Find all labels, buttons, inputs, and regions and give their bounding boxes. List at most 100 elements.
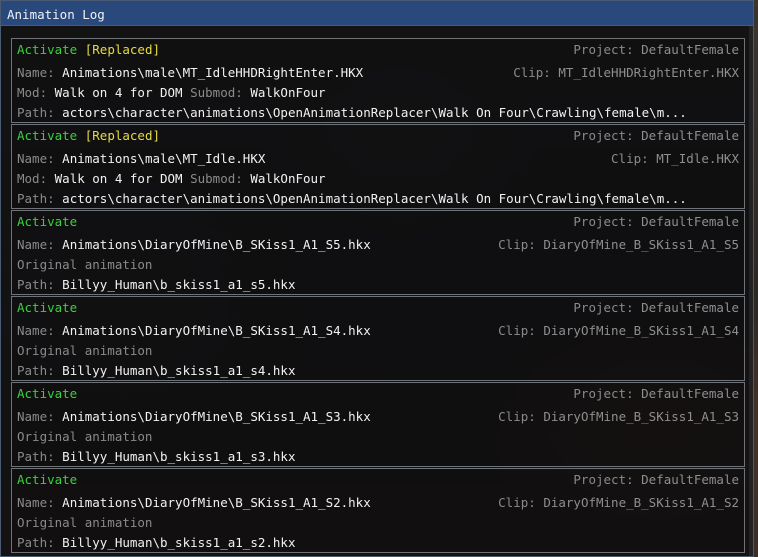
- log-entry[interactable]: Activate Project: DefaultFemale Name: Anim…: [11, 296, 745, 381]
- project-value: DefaultFemale: [641, 214, 739, 229]
- path-value: actors\character\animations\OpenAnimatio…: [62, 191, 687, 206]
- name-label: Name:: [17, 151, 55, 166]
- name-label: Name:: [17, 495, 55, 510]
- path-label: Path:: [17, 535, 55, 550]
- entry-path-row: Path: actors\character\animations\OpenAn…: [17, 105, 739, 124]
- entry-clip: Clip: DiaryOfMine_B_SKiss1_A1_S4: [498, 323, 739, 338]
- entry-status: Activate: [17, 472, 78, 487]
- entry-mod-row: Original animation: [17, 515, 739, 534]
- name-value: Animations\male\MT_Idle.HKX: [62, 151, 266, 166]
- name-label: Name:: [17, 237, 55, 252]
- project-label: Project:: [573, 42, 634, 57]
- entry-replaced-tag: [Replaced]: [84, 128, 161, 143]
- project-value: DefaultFemale: [641, 128, 739, 143]
- entry-status: Activate: [17, 42, 78, 57]
- submod-value: WalkOnFour: [250, 85, 326, 100]
- entry-header-row: Activate Project: DefaultFemale: [17, 386, 739, 405]
- log-entry[interactable]: Activate [Replaced] Project: DefaultFemal…: [11, 124, 745, 209]
- entry-project: Project: DefaultFemale: [573, 42, 739, 57]
- entry-path-row: Path: Billyy_Human\b_skiss1_a1_s3.hkx: [17, 449, 739, 468]
- clip-label: Clip:: [498, 495, 536, 510]
- original-animation-label: Original animation: [17, 515, 153, 530]
- entry-header-row: Activate Project: DefaultFemale: [17, 214, 739, 233]
- log-entry[interactable]: Activate Project: DefaultFemale Name: Anim…: [11, 210, 745, 295]
- path-label: Path:: [17, 363, 55, 378]
- mod-label: Mod:: [17, 85, 48, 100]
- path-label: Path:: [17, 105, 55, 120]
- name-value: Animations\male\MT_IdleHHDRightEnter.HKX: [62, 65, 364, 80]
- entry-status: Activate: [17, 128, 78, 143]
- project-label: Project:: [573, 472, 634, 487]
- mod-value: Walk on 4 for DOM: [54, 85, 183, 100]
- entry-clip: Clip: MT_IdleHHDRightEnter.HKX: [513, 65, 739, 80]
- path-label: Path:: [17, 277, 55, 292]
- entry-mod-row: Original animation: [17, 343, 739, 362]
- original-animation-label: Original animation: [17, 343, 153, 358]
- clip-label: Clip:: [611, 151, 649, 166]
- entry-path-row: Path: Billyy_Human\b_skiss1_a1_s5.hkx: [17, 277, 739, 296]
- project-value: DefaultFemale: [641, 42, 739, 57]
- entry-mod-row: Mod: Walk on 4 for DOM Submod: WalkOnFou…: [17, 85, 739, 104]
- entry-mod-row: Original animation: [17, 257, 739, 276]
- entry-status: Activate: [17, 300, 78, 315]
- clip-value: DiaryOfMine_B_SKiss1_A1_S2: [543, 495, 739, 510]
- entry-name-row: Name: Animations\DiaryOfMine\B_SKiss1_A1…: [17, 495, 739, 514]
- entry-path-row: Path: actors\character\animations\OpenAn…: [17, 191, 739, 210]
- clip-value: DiaryOfMine_B_SKiss1_A1_S3: [543, 409, 739, 424]
- entry-project: Project: DefaultFemale: [573, 300, 739, 315]
- path-value: Billyy_Human\b_skiss1_a1_s2.hkx: [62, 535, 296, 550]
- entry-project: Project: DefaultFemale: [573, 214, 739, 229]
- entry-clip: Clip: DiaryOfMine_B_SKiss1_A1_S5: [498, 237, 739, 252]
- name-label: Name:: [17, 323, 55, 338]
- path-value: Billyy_Human\b_skiss1_a1_s3.hkx: [62, 449, 296, 464]
- entry-clip: Clip: DiaryOfMine_B_SKiss1_A1_S3: [498, 409, 739, 424]
- window-titlebar[interactable]: Animation Log: [1, 1, 753, 26]
- clip-label: Clip:: [498, 323, 536, 338]
- path-value: Billyy_Human\b_skiss1_a1_s5.hkx: [62, 277, 296, 292]
- log-list[interactable]: Activate [Replaced] Project: DefaultFemal…: [11, 38, 745, 554]
- entry-project: Project: DefaultFemale: [573, 128, 739, 143]
- entry-status: Activate: [17, 386, 78, 401]
- entry-header-row: Activate Project: DefaultFemale: [17, 472, 739, 491]
- log-entry[interactable]: Activate Project: DefaultFemale Name: Anim…: [11, 382, 745, 467]
- log-entry[interactable]: Activate Project: DefaultFemale Name: Anim…: [11, 468, 745, 553]
- entry-name-row: Name: Animations\male\MT_IdleHHDRightEnt…: [17, 65, 739, 84]
- animation-log-window: Animation Log Activate [Replaced] Project…: [0, 0, 754, 557]
- original-animation-label: Original animation: [17, 257, 153, 272]
- entry-clip: Clip: DiaryOfMine_B_SKiss1_A1_S2: [498, 495, 739, 510]
- entry-mod-row: Mod: Walk on 4 for DOM Submod: WalkOnFou…: [17, 171, 739, 190]
- entry-project: Project: DefaultFemale: [573, 472, 739, 487]
- clip-value: MT_IdleHHDRightEnter.HKX: [558, 65, 739, 80]
- clip-label: Clip:: [513, 65, 551, 80]
- log-entry[interactable]: Activate [Replaced] Project: DefaultFemal…: [11, 38, 745, 123]
- project-label: Project:: [573, 214, 634, 229]
- project-value: DefaultFemale: [641, 472, 739, 487]
- mod-label: Mod:: [17, 171, 48, 186]
- clip-value: DiaryOfMine_B_SKiss1_A1_S5: [543, 237, 739, 252]
- entry-header-row: Activate [Replaced] Project: DefaultFemal…: [17, 128, 739, 147]
- name-label: Name:: [17, 409, 55, 424]
- path-label: Path:: [17, 449, 55, 464]
- entry-name-row: Name: Animations\male\MT_Idle.HKX Clip: M…: [17, 151, 739, 170]
- entry-name-row: Name: Animations\DiaryOfMine\B_SKiss1_A1…: [17, 409, 739, 428]
- clip-value: DiaryOfMine_B_SKiss1_A1_S4: [543, 323, 739, 338]
- project-value: DefaultFemale: [641, 386, 739, 401]
- clip-value: MT_Idle.HKX: [656, 151, 739, 166]
- clip-label: Clip:: [498, 409, 536, 424]
- name-value: Animations\DiaryOfMine\B_SKiss1_A1_S2.hk…: [62, 495, 371, 510]
- clip-label: Clip:: [498, 237, 536, 252]
- path-value: Billyy_Human\b_skiss1_a1_s4.hkx: [62, 363, 296, 378]
- name-label: Name:: [17, 65, 55, 80]
- entry-project: Project: DefaultFemale: [573, 386, 739, 401]
- entry-clip: Clip: MT_Idle.HKX: [611, 151, 739, 166]
- path-label: Path:: [17, 191, 55, 206]
- entry-header-row: Activate [Replaced] Project: DefaultFemal…: [17, 42, 739, 61]
- entry-name-row: Name: Animations\DiaryOfMine\B_SKiss1_A1…: [17, 237, 739, 256]
- entry-name-row: Name: Animations\DiaryOfMine\B_SKiss1_A1…: [17, 323, 739, 342]
- mod-value: Walk on 4 for DOM: [54, 171, 183, 186]
- name-value: Animations\DiaryOfMine\B_SKiss1_A1_S4.hk…: [62, 323, 371, 338]
- project-label: Project:: [573, 386, 634, 401]
- name-value: Animations\DiaryOfMine\B_SKiss1_A1_S5.hk…: [62, 237, 371, 252]
- entry-header-row: Activate Project: DefaultFemale: [17, 300, 739, 319]
- submod-label: Submod:: [190, 171, 243, 186]
